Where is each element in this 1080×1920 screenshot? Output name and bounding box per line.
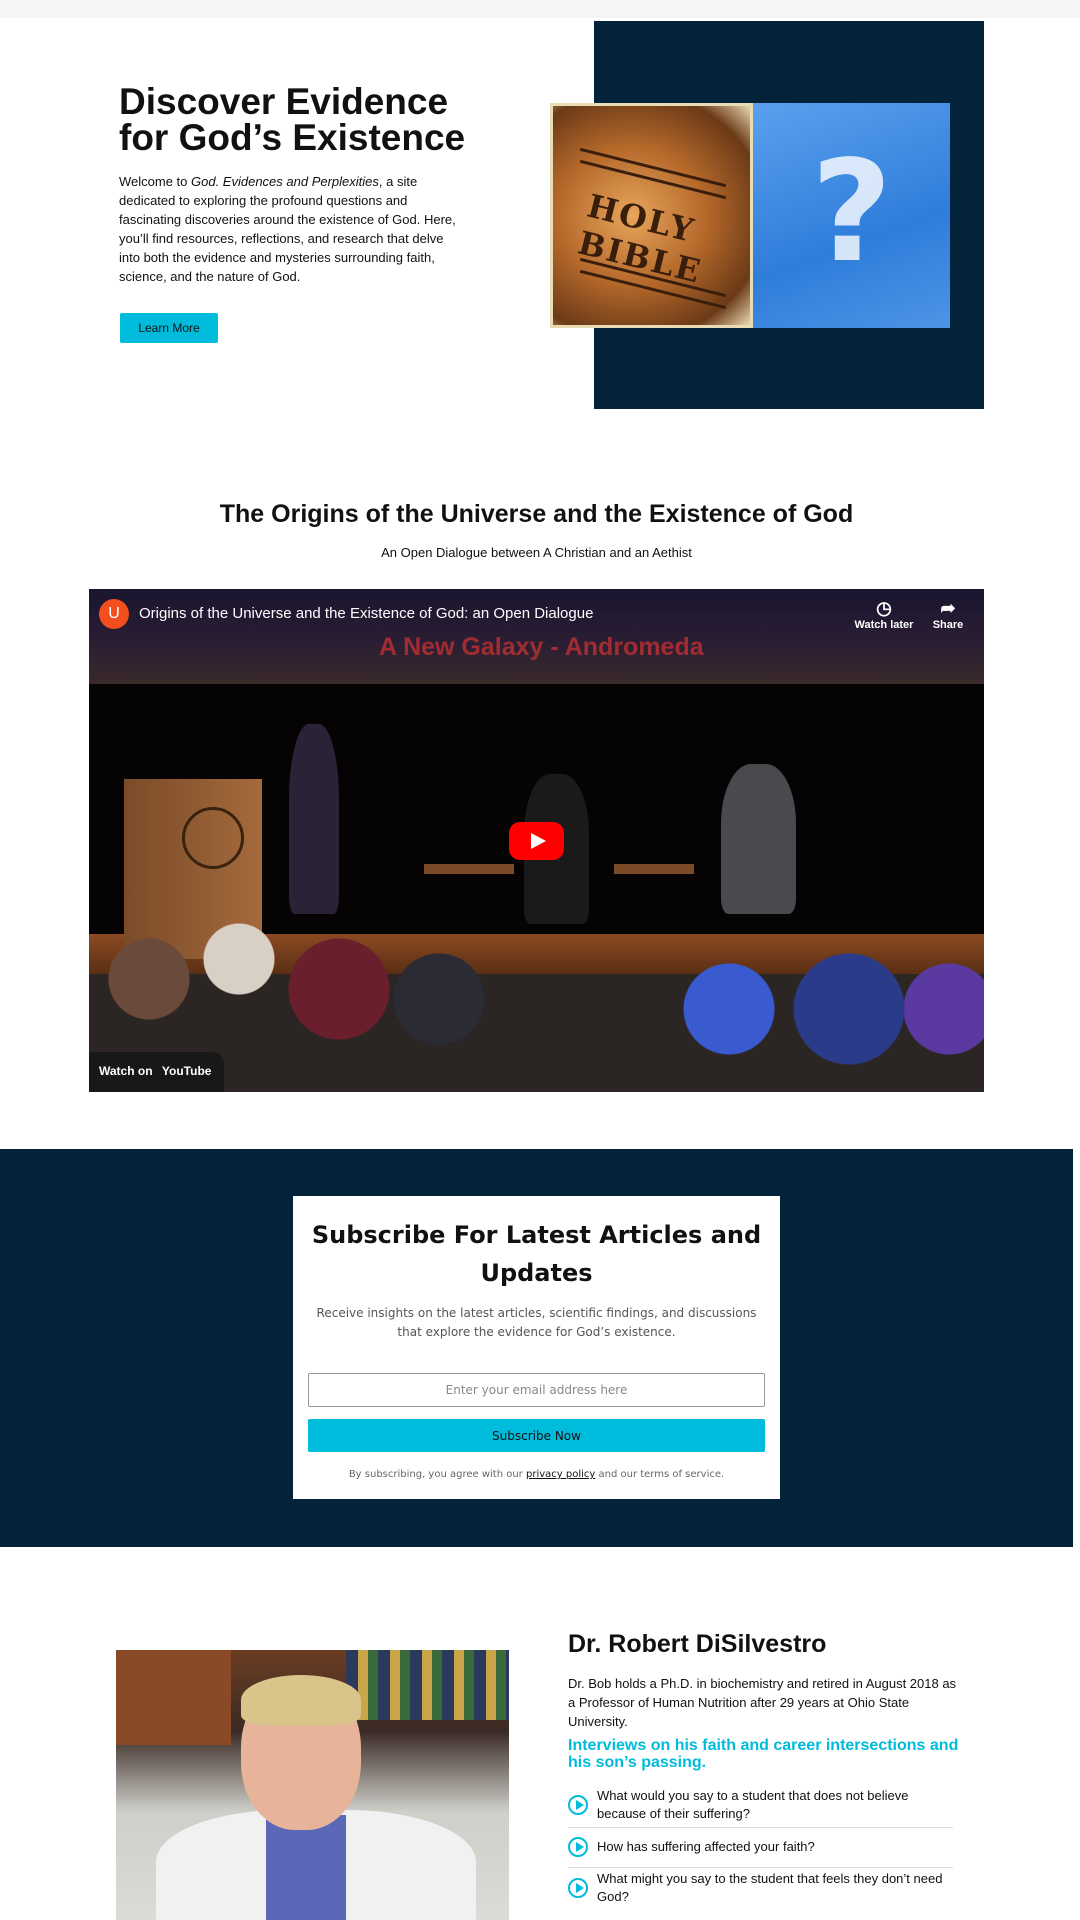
speaker-woman <box>289 724 339 914</box>
subscribe-card: Subscribe For Latest Articles and Update… <box>293 1196 780 1499</box>
speaker-right <box>721 764 796 914</box>
interview-item[interactable]: What might you say to the student that f… <box>568 1868 953 1910</box>
share-arrow-icon: ➦ <box>940 598 956 618</box>
interviews-heading: Interviews on his faith and career inter… <box>568 1737 959 1771</box>
interview-item[interactable]: What would you say to a student that doe… <box>568 1785 953 1828</box>
video-banner-text: A New Galaxy - Andromeda <box>379 633 704 661</box>
hero-intro-prefix: Welcome to <box>119 174 192 189</box>
subscribe-title: Subscribe For Latest Articles and Update… <box>311 1221 762 1287</box>
video-title[interactable]: Origins of the Universe and the Existenc… <box>139 605 593 622</box>
hero-intro-site-name: God. Evidences and Perplexities <box>191 174 379 189</box>
channel-avatar[interactable]: U <box>99 599 129 629</box>
watch-on-youtube-link[interactable]: Watch on YouTube <box>89 1052 224 1092</box>
bio-name: Dr. Robert DiSilvestro <box>568 1630 827 1658</box>
bio-description: Dr. Bob holds a Ph.D. in biochemistry an… <box>568 1676 957 1729</box>
share-button[interactable]: ➦ Share <box>913 597 983 631</box>
subscribe-button[interactable]: Subscribe Now <box>308 1419 765 1452</box>
learn-more-button[interactable]: Learn More <box>120 313 218 343</box>
bio-photo <box>116 1650 509 1920</box>
play-circle-icon <box>568 1836 588 1857</box>
university-seal <box>182 807 244 869</box>
email-input[interactable] <box>308 1373 765 1407</box>
sky-question-image: ? <box>753 103 950 328</box>
top-bar <box>0 0 1080 18</box>
hero-image: HOLY BIBLE ? <box>550 103 950 328</box>
bible-text: HOLY BIBLE <box>574 186 706 291</box>
interview-item[interactable]: How has suffering affected your faith? <box>568 1828 953 1868</box>
legal-prefix: By subscribing, you agree with our <box>348 1469 526 1480</box>
hero-title: Discover Evidence for God’s Existence <box>119 81 466 158</box>
play-circle-icon <box>568 1795 588 1815</box>
origins-subtitle: An Open Dialogue between A Christian and… <box>381 545 692 560</box>
interview-list: What would you say to a student that doe… <box>568 1785 953 1910</box>
video-embed[interactable]: A New Galaxy - Andromeda U Origins of th… <box>89 589 984 1092</box>
interview-question: What might you say to the student that f… <box>597 1871 943 1904</box>
play-circle-icon <box>568 1878 588 1898</box>
watch-later-label: Watch later <box>854 619 914 631</box>
bible-dna-image: HOLY BIBLE <box>550 103 753 328</box>
hero-intro-suffix: , a site dedicated to exploring the prof… <box>119 174 456 284</box>
clock-icon: ◷ <box>876 598 892 618</box>
youtube-logo: YouTube <box>161 1064 212 1078</box>
origins-title: The Origins of the Universe and the Exis… <box>219 500 854 528</box>
watch-on-label: Watch on <box>99 1064 153 1078</box>
subscribe-description: Receive insights on the latest articles,… <box>316 1306 757 1339</box>
legal-suffix: and our terms of service. <box>595 1469 725 1480</box>
subscribe-legal: By subscribing, you agree with our priva… <box>293 1469 780 1480</box>
share-label: Share <box>932 619 964 631</box>
privacy-policy-link[interactable]: privacy policy <box>526 1469 595 1480</box>
watch-later-button[interactable]: ◷ Watch later <box>849 597 919 631</box>
play-button[interactable] <box>509 822 564 860</box>
interview-question: What would you say to a student that doe… <box>597 1788 909 1821</box>
cloud-question-mark: ? <box>811 131 893 294</box>
hero-intro: Welcome to God. Evidences and Perplexiti… <box>119 172 457 286</box>
interview-question: How has suffering affected your faith? <box>597 1838 815 1854</box>
